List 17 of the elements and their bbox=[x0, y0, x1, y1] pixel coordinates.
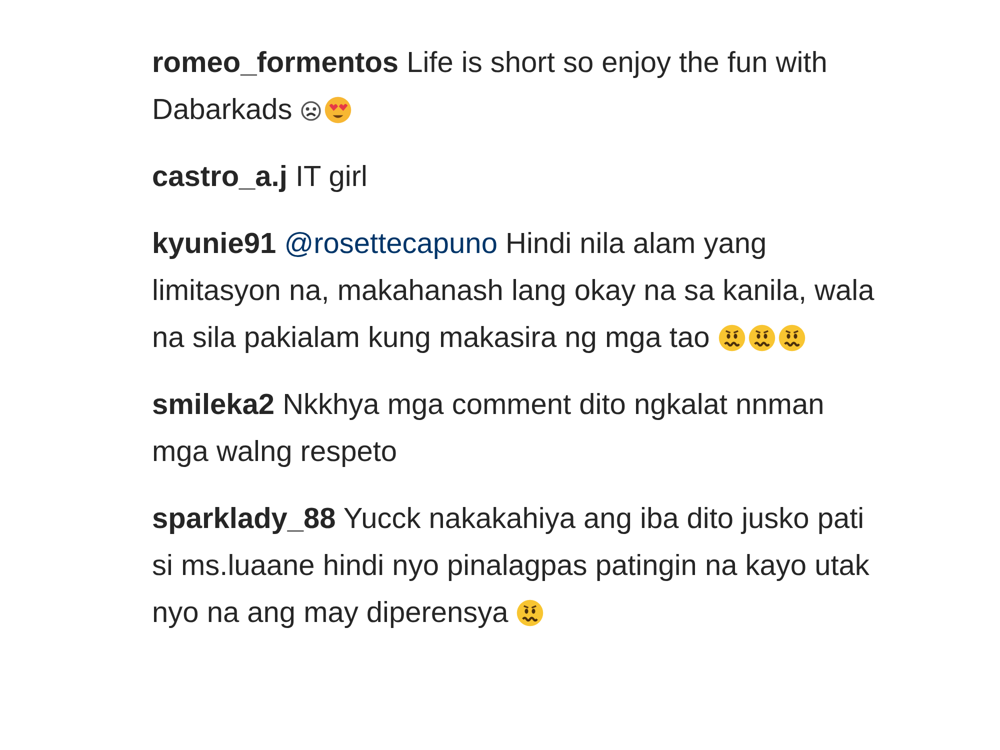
worried-face-icon bbox=[748, 324, 776, 352]
comment-text: smileka2 Nkkhya mga comment dito ngkalat nnman mga walng respeto bbox=[152, 388, 826, 470]
username-link[interactable]: sparklady_88 bbox=[152, 503, 336, 535]
worried-face-icon bbox=[718, 324, 746, 352]
comment-text: sparklady_88 Yucck nakakahiya ang iba dito jusko pati si ms.luaane hindi nyo pinalagpas patingin na kayo utak nyo na ang may diperensya bbox=[152, 502, 870, 631]
username-link[interactable]: kyunie91 bbox=[152, 228, 276, 260]
comment-text: kyunie91 @rosettecapuno Hindi nila alam yang limitasyon na, makahanash lang okay na sa kanila, wala na sila pakialam kung makasira ng mga tao bbox=[152, 227, 876, 356]
comment-text: castro_a.j IT girl bbox=[152, 160, 368, 195]
username-link[interactable]: castro_a.j bbox=[152, 161, 288, 193]
mention-link[interactable]: @rosettecapuno bbox=[284, 228, 498, 260]
worried-face-icon bbox=[778, 324, 806, 352]
username-link[interactable]: romeo_formentos bbox=[152, 47, 399, 79]
comment-text: romeo_formentos Life is short so enjoy the fun with Dabarkads bbox=[152, 46, 828, 128]
username-link[interactable]: smileka2 bbox=[152, 389, 275, 421]
worried-face-icon bbox=[516, 599, 544, 627]
heart-eyes-icon bbox=[324, 96, 352, 124]
frowning-face-icon bbox=[300, 100, 322, 122]
